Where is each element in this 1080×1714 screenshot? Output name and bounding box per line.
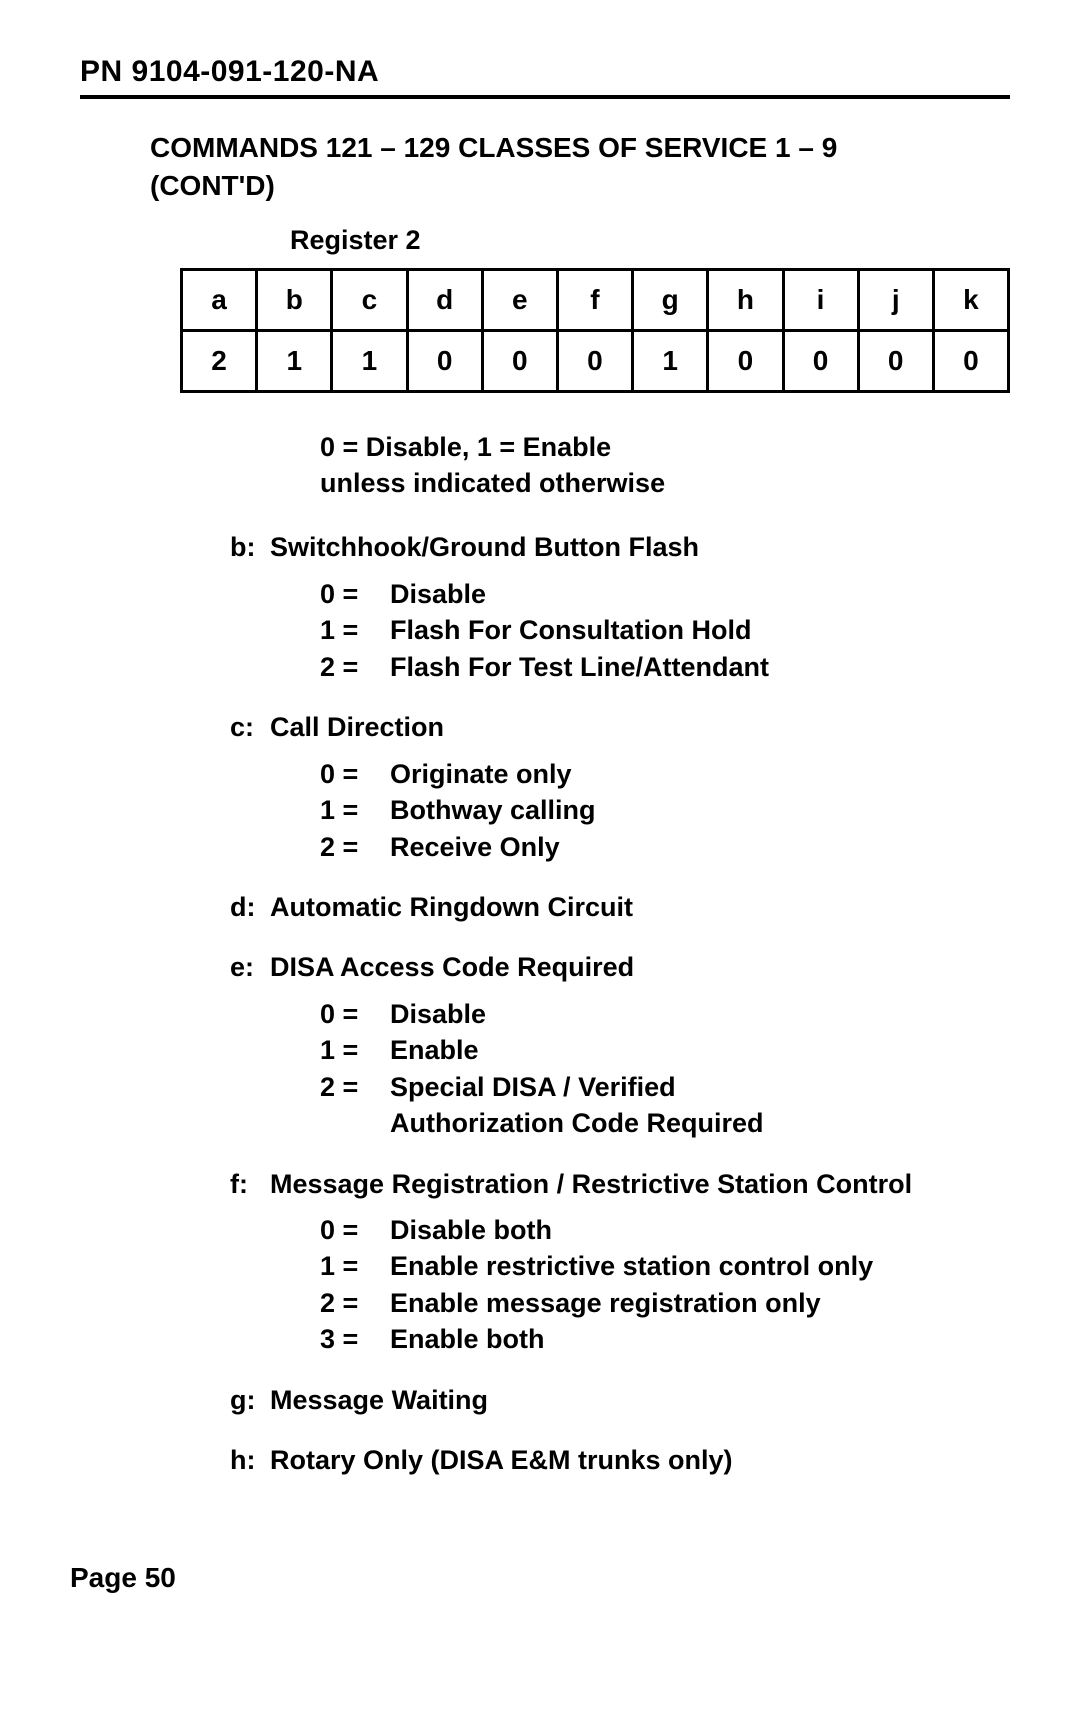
entry-c-opt1-text: Bothway calling <box>390 792 596 828</box>
entry-d-key: d: <box>230 889 270 925</box>
entry-h-key: h: <box>230 1442 270 1478</box>
reg-hdr-e: e <box>482 269 557 330</box>
register-table: a b c d e f g h i j k 2 1 1 0 0 0 1 0 0 … <box>180 268 1010 393</box>
entry-f-opt0-text: Disable both <box>390 1212 552 1248</box>
reg-hdr-j: j <box>858 269 933 330</box>
entry-e-opt0-lead: 0 = <box>320 996 390 1032</box>
reg-hdr-d: d <box>407 269 482 330</box>
entry-f-opt1-text: Enable restrictive station control only <box>390 1248 873 1284</box>
entry-f-opt0-lead: 0 = <box>320 1212 390 1248</box>
legend-line1: 0 = Disable, 1 = Enable <box>320 429 970 465</box>
entry-f-opt3-lead: 3 = <box>320 1321 390 1357</box>
page: PN 9104-091-120-NA COMMANDS 121 – 129 CL… <box>0 0 1080 1714</box>
entry-b: b: Switchhook/Ground Button Flash 0 =Dis… <box>230 529 970 685</box>
reg-val-h: 0 <box>708 330 783 391</box>
reg-hdr-c: c <box>332 269 407 330</box>
entry-f-opt2-text: Enable message registration only <box>390 1285 821 1321</box>
entry-e-opt2-cont: Authorization Code Required <box>390 1105 970 1141</box>
entry-c: c: Call Direction 0 =Originate only 1 =B… <box>230 709 970 865</box>
reg-val-c: 1 <box>332 330 407 391</box>
reg-val-e: 0 <box>482 330 557 391</box>
reg-val-j: 0 <box>858 330 933 391</box>
entry-c-options: 0 =Originate only 1 =Bothway calling 2 =… <box>320 756 970 865</box>
entry-f-opt1-lead: 1 = <box>320 1248 390 1284</box>
register-header-row: a b c d e f g h i j k <box>182 269 1009 330</box>
entry-c-opt2-text: Receive Only <box>390 829 560 865</box>
entry-b-opt1-text: Flash For Consultation Hold <box>390 612 751 648</box>
entry-b-opt0-lead: 0 = <box>320 576 390 612</box>
entry-f-label: Message Registration / Restrictive Stati… <box>270 1166 970 1202</box>
reg-hdr-h: h <box>708 269 783 330</box>
entry-e-opt2-text: Special DISA / Verified <box>390 1069 676 1105</box>
reg-hdr-i: i <box>783 269 858 330</box>
entry-b-opt2-lead: 2 = <box>320 649 390 685</box>
entry-f: f: Message Registration / Restrictive St… <box>230 1166 970 1358</box>
legend-line2: unless indicated otherwise <box>320 465 970 501</box>
legend: 0 = Disable, 1 = Enable unless indicated… <box>320 429 970 502</box>
entry-e-opt1-lead: 1 = <box>320 1032 390 1068</box>
reg-val-a: 2 <box>182 330 257 391</box>
reg-hdr-a: a <box>182 269 257 330</box>
entry-c-opt2-lead: 2 = <box>320 829 390 865</box>
entry-f-options: 0 =Disable both 1 =Enable restrictive st… <box>320 1212 970 1358</box>
entry-e-options: 0 =Disable 1 =Enable 2 =Special DISA / V… <box>320 996 970 1142</box>
entry-h-label: Rotary Only (DISA E&M trunks only) <box>270 1442 733 1478</box>
entry-e-opt1-text: Enable <box>390 1032 479 1068</box>
section-title-line2: (CONT'D) <box>150 167 1000 205</box>
entry-b-options: 0 =Disable 1 =Flash For Consultation Hol… <box>320 576 970 685</box>
reg-hdr-g: g <box>633 269 708 330</box>
entry-f-opt3-text: Enable both <box>390 1321 545 1357</box>
register-value-row: 2 1 1 0 0 0 1 0 0 0 0 <box>182 330 1009 391</box>
entry-c-opt0-lead: 0 = <box>320 756 390 792</box>
reg-val-b: 1 <box>257 330 332 391</box>
entry-e-opt0-text: Disable <box>390 996 486 1032</box>
entry-g-label: Message Waiting <box>270 1382 488 1418</box>
body-block: 0 = Disable, 1 = Enable unless indicated… <box>230 429 970 1479</box>
entry-d: d: Automatic Ringdown Circuit <box>230 889 970 925</box>
entry-b-opt1-lead: 1 = <box>320 612 390 648</box>
entry-b-key: b: <box>230 529 270 565</box>
document-id-header: PN 9104-091-120-NA <box>80 55 1010 99</box>
entry-c-opt1-lead: 1 = <box>320 792 390 828</box>
reg-val-i: 0 <box>783 330 858 391</box>
reg-val-d: 0 <box>407 330 482 391</box>
reg-hdr-k: k <box>933 269 1008 330</box>
register-label: Register 2 <box>290 225 1010 256</box>
entry-f-key: f: <box>230 1166 270 1202</box>
section-title: COMMANDS 121 – 129 CLASSES OF SERVICE 1 … <box>150 129 1000 205</box>
entry-c-label: Call Direction <box>270 709 444 745</box>
entry-c-key: c: <box>230 709 270 745</box>
entry-g: g: Message Waiting <box>230 1382 970 1418</box>
entry-c-opt0-text: Originate only <box>390 756 572 792</box>
entry-b-opt0-text: Disable <box>390 576 486 612</box>
entry-e: e: DISA Access Code Required 0 =Disable … <box>230 949 970 1141</box>
entry-d-label: Automatic Ringdown Circuit <box>270 889 633 925</box>
entry-f-opt2-lead: 2 = <box>320 1285 390 1321</box>
entry-e-opt2-lead: 2 = <box>320 1069 390 1105</box>
reg-val-g: 1 <box>633 330 708 391</box>
entry-e-label: DISA Access Code Required <box>270 949 634 985</box>
reg-hdr-b: b <box>257 269 332 330</box>
entry-b-label: Switchhook/Ground Button Flash <box>270 529 699 565</box>
section-title-line1: COMMANDS 121 – 129 CLASSES OF SERVICE 1 … <box>150 129 1000 167</box>
entry-h: h: Rotary Only (DISA E&M trunks only) <box>230 1442 970 1478</box>
entry-b-opt2-text: Flash For Test Line/Attendant <box>390 649 769 685</box>
entry-e-key: e: <box>230 949 270 985</box>
page-footer: Page 50 <box>70 1562 176 1594</box>
reg-hdr-f: f <box>557 269 632 330</box>
reg-val-f: 0 <box>557 330 632 391</box>
reg-val-k: 0 <box>933 330 1008 391</box>
entry-g-key: g: <box>230 1382 270 1418</box>
